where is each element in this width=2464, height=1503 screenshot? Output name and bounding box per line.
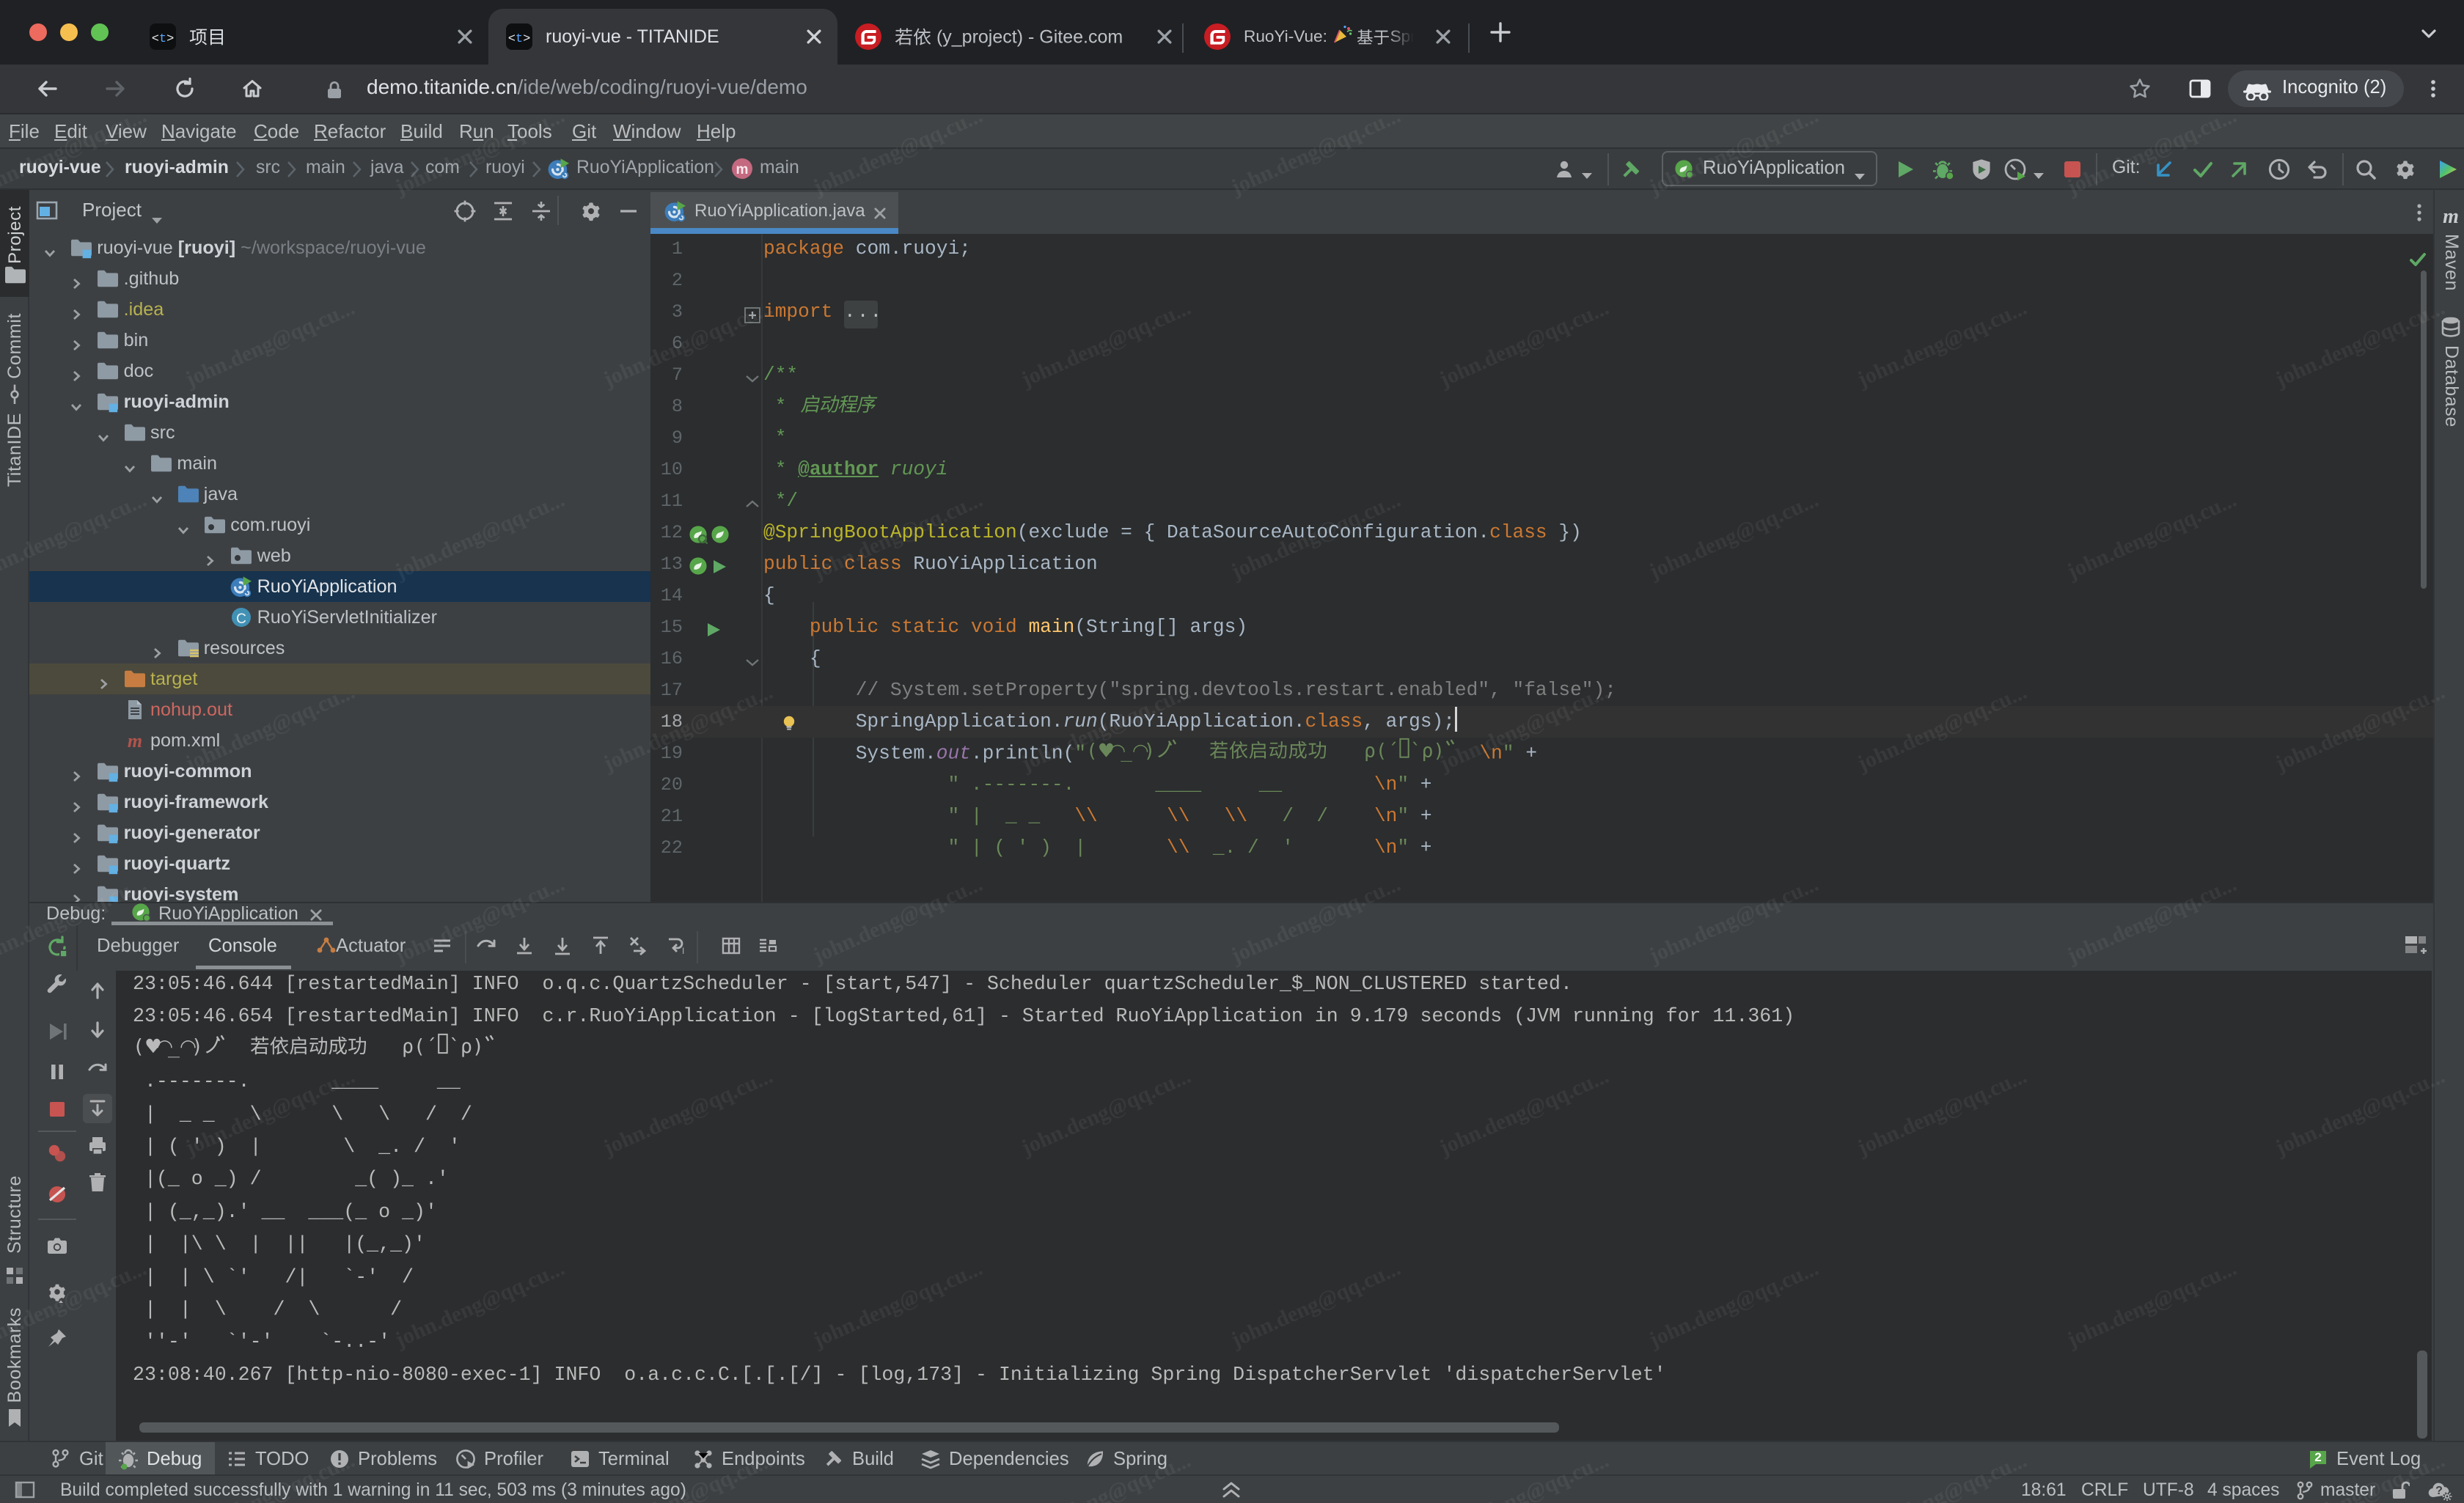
svg-text:m: m — [2443, 205, 2459, 226]
svg-text:C: C — [237, 611, 247, 627]
svg-text:<t>: <t> — [152, 32, 175, 46]
svg-text:m: m — [736, 162, 749, 177]
svg-text:<t>: <t> — [508, 32, 531, 46]
svg-text:I: I — [682, 946, 684, 956]
svg-text:?: ? — [2435, 1485, 2443, 1497]
svg-text:m: m — [128, 730, 142, 752]
svg-text:2: 2 — [2314, 1450, 2321, 1464]
